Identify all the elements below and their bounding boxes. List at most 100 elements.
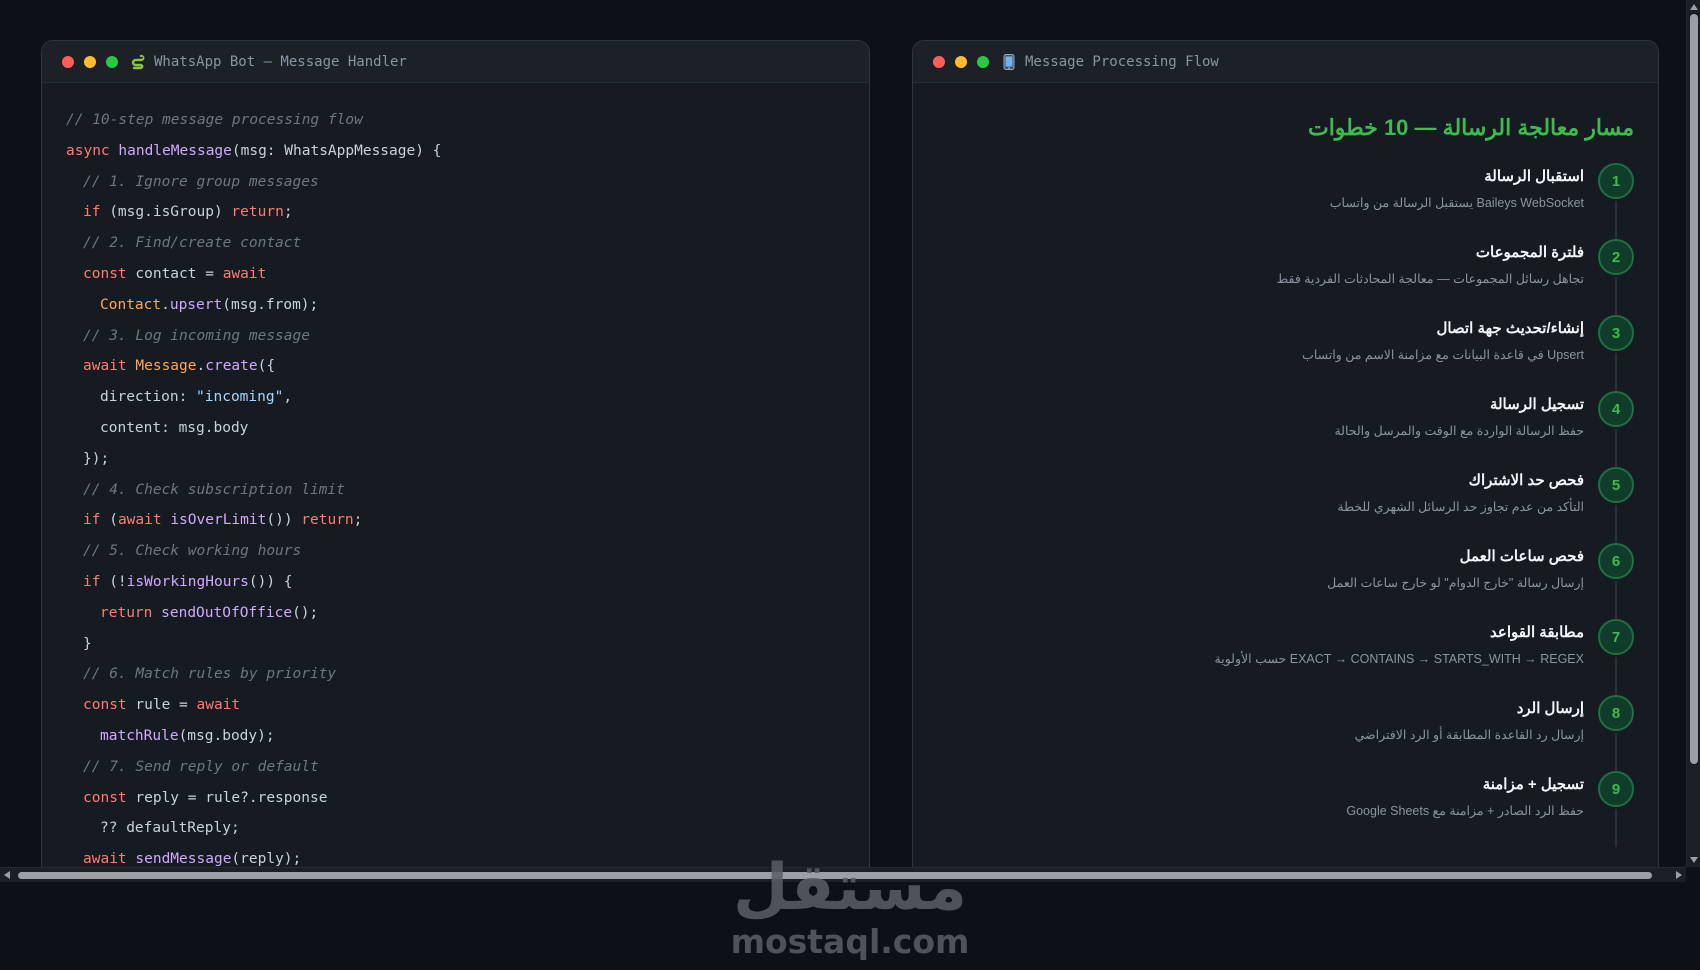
step-text: تسجيل + مزامنة حفظ الرد الصادر + مزامنة …: [1346, 771, 1584, 819]
step-description: حفظ الرد الصادر + مزامنة مع Google Sheet…: [1346, 804, 1584, 818]
step-title: مطابقة القواعد: [1490, 624, 1584, 641]
code-line: // 5. Check working hours: [83, 543, 302, 560]
page-viewport: WhatsApp Bot — Message Handler // 10-ste…: [0, 0, 1686, 867]
step-text: مطابقة القواعد EXACT → CONTAINS → STARTS…: [1215, 619, 1584, 667]
code-line: Contact.upsert(msg.from);: [100, 296, 319, 313]
code-line: return sendOutOfOffice();: [100, 604, 319, 621]
code-line: // 4. Check subscription limit: [83, 481, 345, 498]
code-line: // 6. Match rules by priority: [83, 666, 337, 683]
flow-steps-list: 1 استقبال الرسالة Baileys WebSocket يستق…: [937, 163, 1634, 847]
flow-window-title: Message Processing Flow: [1025, 53, 1219, 70]
mostaql-watermark: مستقل mostaql.com: [700, 848, 1000, 961]
minimize-window-button[interactable]: [955, 55, 967, 68]
watermark-url: mostaql.com: [730, 922, 970, 961]
code-line: // 2. Find/create contact: [83, 235, 302, 252]
code-line: await Message.create({: [83, 358, 276, 375]
code-line: // 10-step message processing flow: [66, 112, 363, 128]
step-title: تسجيل + مزامنة: [1482, 776, 1584, 793]
flow-step: 4 تسجيل الرسالة حفظ الرسالة الواردة مع ا…: [937, 391, 1634, 467]
step-description: إرسال رسالة "خارج الدوام" لو خارج ساعات …: [1327, 576, 1584, 590]
step-description: Upsert في قاعدة البيانات مع مزامنة الاسم…: [1302, 348, 1584, 362]
scroll-up-arrow-icon[interactable]: [1690, 4, 1698, 10]
code-window-titlebar: WhatsApp Bot — Message Handler: [42, 41, 869, 83]
step-text: استقبال الرسالة Baileys WebSocket يستقبل…: [1330, 163, 1584, 211]
step-title: إرسال الرد: [1516, 700, 1584, 717]
step-number-badge: 4: [1598, 391, 1634, 427]
code-line: const rule = await: [83, 697, 241, 714]
step-description: Baileys WebSocket يستقبل الرسالة من واتس…: [1329, 196, 1584, 210]
step-connector: [1615, 353, 1617, 391]
step-description: تجاهل رسائل المجموعات — معالجة المحادثات…: [1276, 272, 1584, 286]
code-line: }: [83, 635, 92, 652]
step-connector: [1615, 657, 1617, 695]
step-connector: [1615, 733, 1617, 771]
maximize-window-button[interactable]: [106, 55, 118, 68]
step-connector: [1615, 581, 1617, 619]
watermark-arabic-logo: مستقل: [732, 851, 968, 925]
code-line: const reply = rule?.response: [83, 789, 328, 806]
close-window-button[interactable]: [62, 55, 74, 68]
scroll-right-arrow-icon[interactable]: [1676, 871, 1682, 879]
step-title: فلترة المجموعات: [1475, 244, 1584, 261]
step-title: إنشاء/تحديث جهة اتصال: [1436, 320, 1584, 337]
minimize-window-button[interactable]: [84, 55, 96, 68]
flow-step: 8 إرسال الرد إرسال رد القاعدة المطابقة أ…: [937, 695, 1634, 771]
flow-window-titlebar: Message Processing Flow: [913, 41, 1658, 83]
step-description: إرسال رد القاعدة المطابقة أو الرد الافتر…: [1354, 728, 1584, 742]
flow-step: 9 تسجيل + مزامنة حفظ الرد الصادر + مزامن…: [937, 771, 1634, 847]
step-number-badge: 9: [1598, 771, 1634, 807]
flow-step: 5 فحص حد الاشتراك التأكد من عدم تجاوز حد…: [937, 467, 1634, 543]
vertical-scrollbar[interactable]: [1686, 0, 1700, 867]
code-line: matchRule(msg.body);: [100, 727, 275, 744]
step-number-badge: 8: [1598, 695, 1634, 731]
step-title: استقبال الرسالة: [1484, 168, 1584, 185]
code-line: // 7. Send reply or default: [83, 758, 319, 775]
scroll-down-arrow-icon[interactable]: [1690, 857, 1698, 863]
step-description: التأكد من عدم تجاوز حد الرسائل الشهري لل…: [1337, 500, 1584, 514]
flow-heading: مسار معالجة الرسالة — 10 خطوات: [1307, 115, 1634, 140]
step-text: تسجيل الرسالة حفظ الرسالة الواردة مع الو…: [1334, 391, 1584, 439]
code-line: // 1. Ignore group messages: [83, 173, 319, 190]
code-line: direction: "incoming",: [100, 389, 293, 406]
flow-step: 6 فحص ساعات العمل إرسال رسالة "خارج الدو…: [937, 543, 1634, 619]
step-description: EXACT → CONTAINS → STARTS_WITH → REGEX ح…: [1214, 652, 1584, 666]
vertical-scrollbar-thumb[interactable]: [1690, 14, 1698, 764]
step-text: إرسال الرد إرسال رد القاعدة المطابقة أو …: [1355, 695, 1584, 743]
code-line: if (await isOverLimit()) return;: [83, 512, 363, 529]
step-number-badge: 1: [1598, 163, 1634, 199]
code-line: const contact = await: [83, 265, 267, 282]
flow-content: مسار معالجة الرسالة — 10 خطوات 1 استقبال…: [913, 83, 1658, 847]
step-number-badge: 5: [1598, 467, 1634, 503]
code-line: ?? defaultReply;: [100, 820, 240, 837]
step-text: إنشاء/تحديث جهة اتصال Upsert في قاعدة ال…: [1302, 315, 1584, 363]
step-connector: [1615, 201, 1617, 239]
code-line: async handleMessage(msg: WhatsAppMessage…: [66, 142, 442, 159]
step-connector: [1615, 505, 1617, 543]
code-window: WhatsApp Bot — Message Handler // 10-ste…: [41, 40, 870, 867]
code-line: // 3. Log incoming message: [83, 327, 310, 344]
maximize-window-button[interactable]: [977, 55, 989, 68]
mobile-phone-icon: [1001, 53, 1017, 70]
code-editor: // 10-step message processing flow async…: [42, 83, 869, 867]
flow-window: Message Processing Flow مسار معالجة الرس…: [912, 40, 1659, 867]
scroll-left-arrow-icon[interactable]: [4, 871, 10, 879]
step-title: فحص حد الاشتراك: [1468, 472, 1584, 489]
flow-step: 2 فلترة المجموعات تجاهل رسائل المجموعات …: [937, 239, 1634, 315]
code-line: content: msg.body: [100, 419, 249, 436]
step-number-badge: 6: [1598, 543, 1634, 579]
step-text: فحص ساعات العمل إرسال رسالة "خارج الدوام…: [1327, 543, 1584, 591]
step-description: حفظ الرسالة الواردة مع الوقت والمرسل وال…: [1334, 424, 1584, 438]
code-line: if (msg.isGroup) return;: [83, 204, 293, 221]
step-number-badge: 7: [1598, 619, 1634, 655]
code-window-title: WhatsApp Bot — Message Handler: [154, 53, 407, 70]
step-connector: [1615, 809, 1617, 847]
step-connector: [1615, 277, 1617, 315]
flow-step: 7 مطابقة القواعد EXACT → CONTAINS → STAR…: [937, 619, 1634, 695]
flow-step: 3 إنشاء/تحديث جهة اتصال Upsert في قاعدة …: [937, 315, 1634, 391]
step-number-badge: 2: [1598, 239, 1634, 275]
code-line: });: [83, 450, 110, 467]
step-text: فحص حد الاشتراك التأكد من عدم تجاوز حد ا…: [1337, 467, 1584, 515]
code-line: if (!isWorkingHours()) {: [83, 573, 293, 590]
close-window-button[interactable]: [933, 55, 945, 68]
step-number-badge: 3: [1598, 315, 1634, 351]
